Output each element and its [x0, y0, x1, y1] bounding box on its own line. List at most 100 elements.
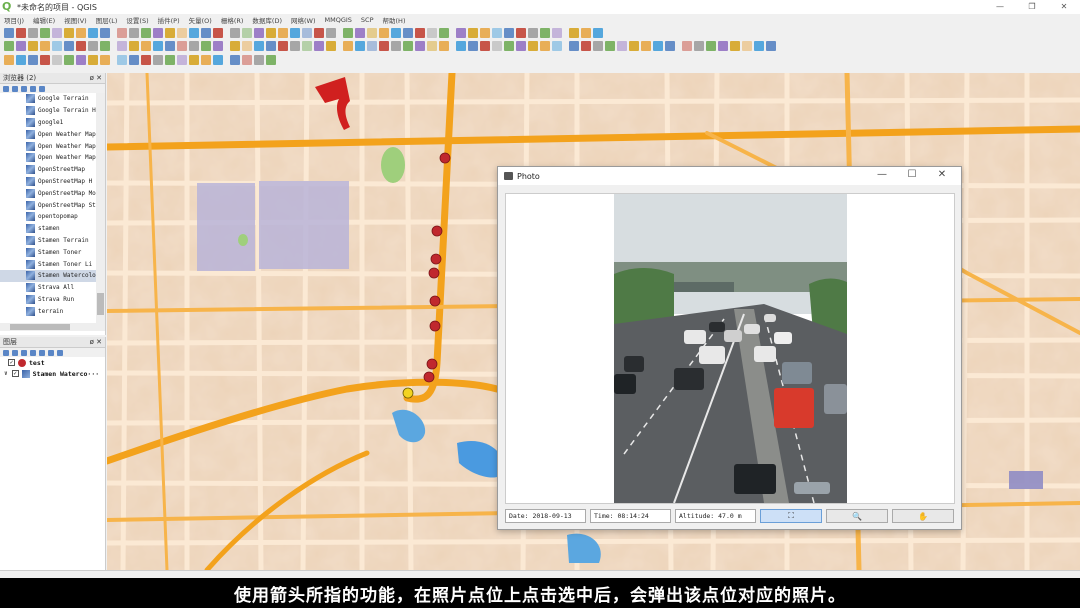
toolbar-tool-icon[interactable] — [391, 41, 401, 51]
layers-panel-controls[interactable]: ø ✕ — [90, 338, 105, 346]
toolbar-tool-icon[interactable] — [177, 41, 187, 51]
toolbar-tool-icon[interactable] — [266, 54, 276, 65]
toolbar-tool-icon[interactable] — [427, 28, 437, 38]
toolbar-tool-icon[interactable] — [28, 28, 38, 38]
toolbar-tool-icon[interactable] — [540, 28, 550, 38]
toolbar-tool-icon[interactable] — [742, 41, 752, 51]
toolbar-tool-icon[interactable] — [278, 41, 288, 51]
selected-photo-point[interactable] — [402, 387, 414, 399]
toolbar-tool-icon[interactable] — [367, 41, 377, 51]
toolbar-tool-icon[interactable] — [391, 28, 401, 38]
toolbar-tool-icon[interactable] — [326, 28, 336, 38]
toolbar-tool-icon[interactable] — [379, 41, 389, 51]
toolbar-tool-icon[interactable] — [290, 41, 300, 51]
browser-hscrollbar[interactable] — [0, 323, 105, 331]
photo-maximize-button[interactable]: ☐ — [897, 169, 927, 180]
toolbar-tool-icon[interactable] — [201, 54, 211, 65]
menu-project[interactable]: 项目(J) — [4, 15, 24, 25]
toolbar-tool-icon[interactable] — [552, 41, 562, 51]
collapse-icon[interactable] — [30, 85, 36, 92]
browser-item[interactable]: terrain — [0, 305, 105, 317]
browser-item[interactable]: Open Weather Map — [0, 128, 105, 140]
browser-item[interactable]: Google Terrain — [0, 93, 105, 105]
toolbar-tool-icon[interactable] — [367, 28, 377, 38]
menu-mmqgis[interactable]: MMQGIS — [325, 16, 352, 24]
photo-minimize-button[interactable]: — — [867, 169, 897, 180]
toolbar-tool-icon[interactable] — [52, 54, 62, 65]
toolbar-tool-icon[interactable] — [64, 41, 74, 51]
toolbar-tool-icon[interactable] — [314, 41, 324, 51]
toolbar-tool-icon[interactable] — [593, 28, 603, 38]
toolbar-tool-icon[interactable] — [653, 41, 663, 51]
toolbar-tool-icon[interactable] — [439, 41, 449, 51]
toolbar-tool-icon[interactable] — [141, 54, 151, 65]
toolbar-tool-icon[interactable] — [242, 54, 252, 65]
toolbar-tool-icon[interactable] — [516, 41, 526, 51]
photo-point[interactable] — [431, 225, 443, 237]
toolbar-tool-icon[interactable] — [88, 28, 98, 38]
toolbar-tool-icon[interactable] — [504, 41, 514, 51]
photo-point[interactable] — [429, 295, 441, 307]
browser-item[interactable]: opentopomap — [0, 211, 105, 223]
collapse-icon[interactable] — [48, 349, 54, 356]
toolbar-tool-icon[interactable] — [153, 28, 163, 38]
toolbar-tool-icon[interactable] — [593, 41, 603, 51]
browser-item[interactable]: Stamen Toner — [0, 246, 105, 258]
toolbar-tool-icon[interactable] — [76, 54, 86, 65]
pan-button[interactable]: ✋ — [892, 509, 954, 523]
browser-item[interactable]: Google Terrain H — [0, 105, 105, 117]
toolbar-tool-icon[interactable] — [266, 41, 276, 51]
browser-item[interactable]: Strava All — [0, 282, 105, 294]
toolbar-tool-icon[interactable] — [468, 41, 478, 51]
toolbar-tool-icon[interactable] — [230, 28, 240, 38]
layer-test-checkbox[interactable]: ✓ — [8, 359, 15, 366]
toolbar-tool-icon[interactable] — [343, 41, 353, 51]
filter-icon[interactable] — [30, 349, 36, 356]
photo-point[interactable] — [429, 320, 441, 332]
photo-point[interactable] — [430, 253, 442, 265]
toolbar-tool-icon[interactable] — [141, 41, 151, 51]
filter-icon[interactable] — [21, 85, 27, 92]
toolbar-tool-icon[interactable] — [4, 41, 14, 51]
info-icon[interactable] — [39, 85, 45, 92]
menu-help[interactable]: 帮助(H) — [383, 15, 406, 25]
toolbar-tool-icon[interactable] — [4, 28, 14, 38]
toolbar-tool-icon[interactable] — [326, 41, 336, 51]
minimize-button[interactable]: — — [984, 0, 1016, 14]
toolbar-tool-icon[interactable] — [314, 28, 324, 38]
toolbar-tool-icon[interactable] — [117, 41, 127, 51]
add-icon[interactable] — [12, 85, 18, 92]
toolbar-tool-icon[interactable] — [201, 28, 211, 38]
toolbar-tool-icon[interactable] — [439, 28, 449, 38]
toolbar-tool-icon[interactable] — [117, 54, 127, 65]
fit-view-button[interactable]: ⛶ — [760, 509, 822, 523]
toolbar-tool-icon[interactable] — [153, 54, 163, 65]
browser-item[interactable]: Stamen Toner Li — [0, 258, 105, 270]
toolbar-tool-icon[interactable] — [165, 28, 175, 38]
toolbar-tool-icon[interactable] — [213, 28, 223, 38]
browser-item[interactable]: Stamen Terrain — [0, 235, 105, 247]
toolbar-tool-icon[interactable] — [177, 28, 187, 38]
toolbar-tool-icon[interactable] — [189, 54, 199, 65]
toolbar-tool-icon[interactable] — [730, 41, 740, 51]
toolbar-tool-icon[interactable] — [88, 54, 98, 65]
toolbar-tool-icon[interactable] — [100, 28, 110, 38]
toolbar-tool-icon[interactable] — [64, 54, 74, 65]
toolbar-tool-icon[interactable] — [403, 28, 413, 38]
map-canvas[interactable]: Photo — ☐ ✕ Date: 2018-09-13 Time: 08:14… — [107, 73, 1080, 570]
browser-item[interactable]: Strava Run — [0, 294, 105, 306]
toolbar-tool-icon[interactable] — [492, 41, 502, 51]
toolbar-tool-icon[interactable] — [694, 41, 704, 51]
browser-item[interactable]: OpenStreetMap H — [0, 176, 105, 188]
toolbar-tool-icon[interactable] — [40, 28, 50, 38]
zoom-button[interactable]: 🔍 — [826, 509, 888, 523]
toolbar-tool-icon[interactable] — [718, 41, 728, 51]
add-group-icon[interactable] — [12, 349, 18, 356]
photo-close-button[interactable]: ✕ — [927, 169, 957, 180]
toolbar-tool-icon[interactable] — [480, 41, 490, 51]
toolbar-tool-icon[interactable] — [569, 28, 579, 38]
toolbar-tool-icon[interactable] — [540, 41, 550, 51]
toolbar-tool-icon[interactable] — [682, 41, 692, 51]
toolbar-tool-icon[interactable] — [266, 28, 276, 38]
toolbar-tool-icon[interactable] — [213, 41, 223, 51]
